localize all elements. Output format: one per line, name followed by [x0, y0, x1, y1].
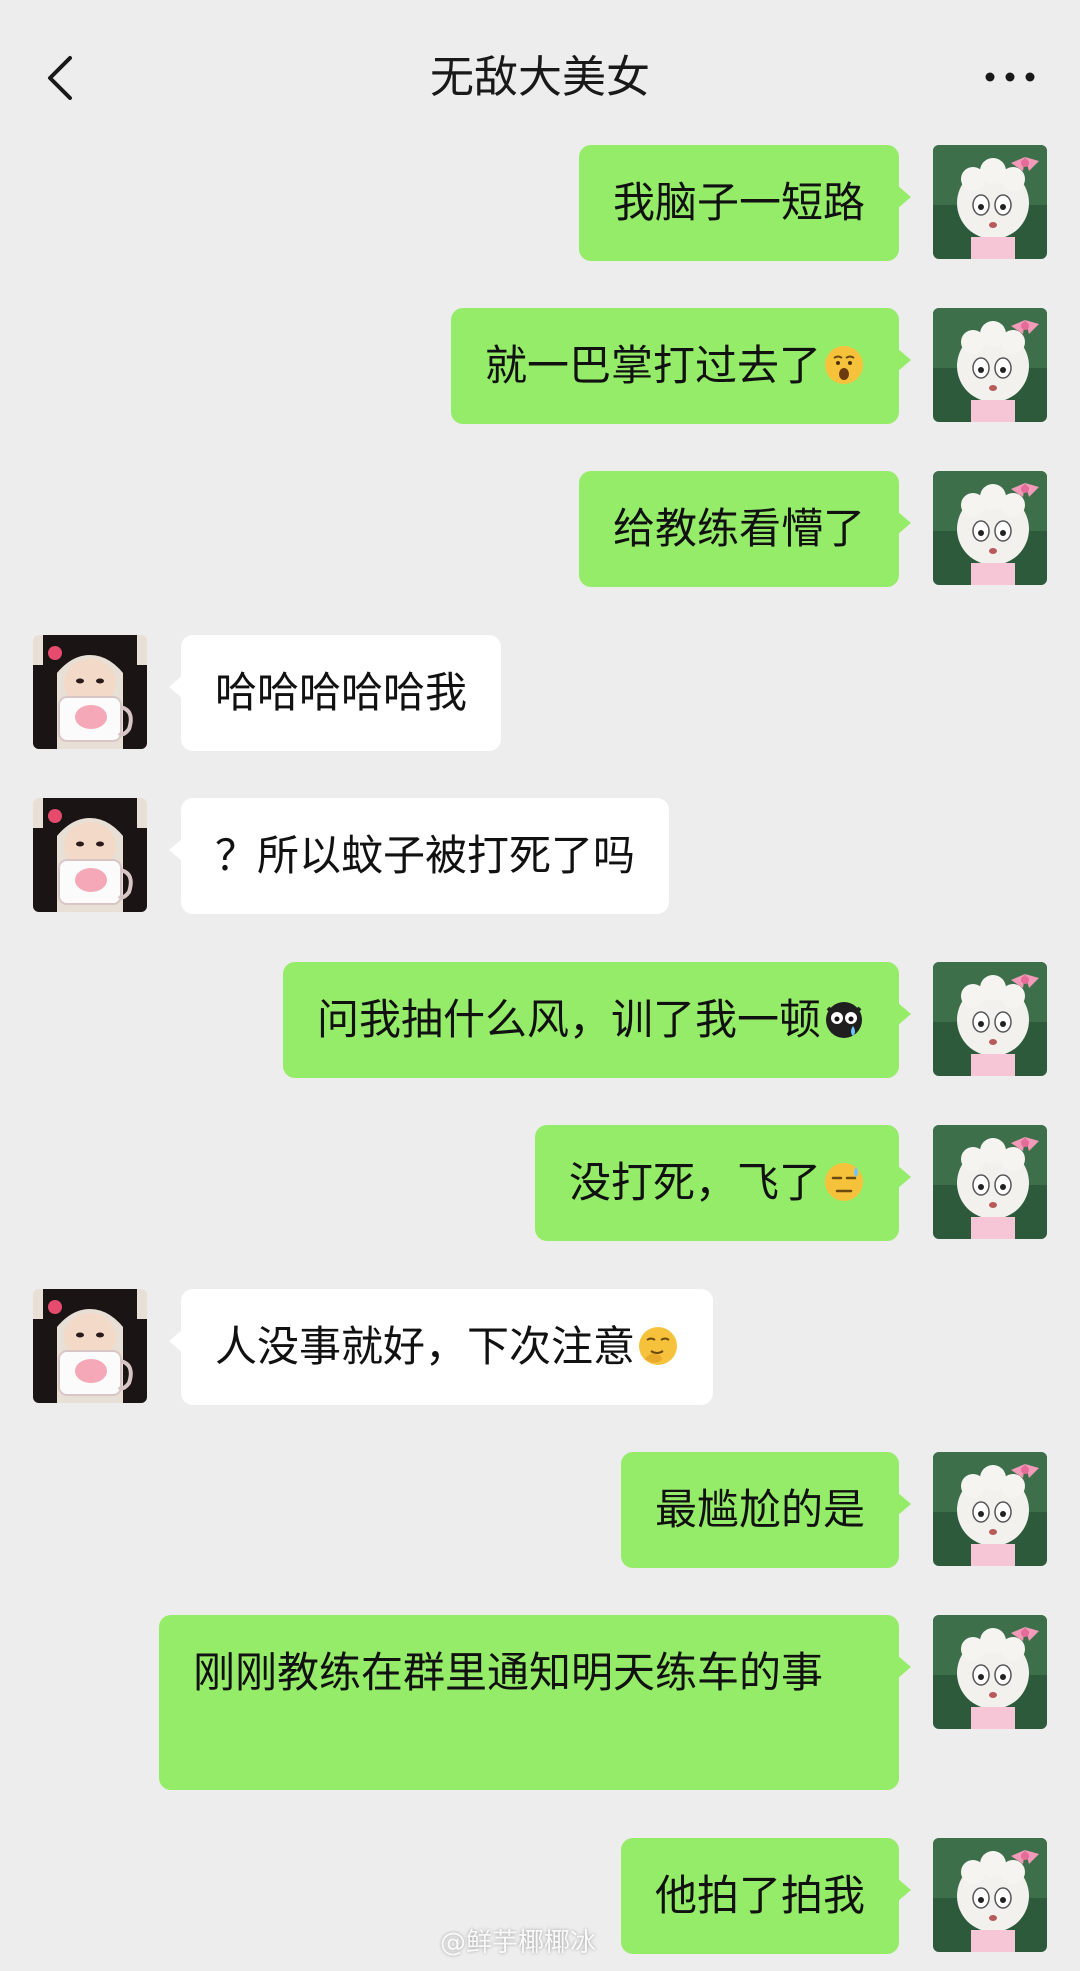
message-text: ？所以蚊子被打死了吗	[215, 831, 636, 880]
message-text: 他拍了拍我	[654, 1871, 865, 1920]
self-avatar[interactable]	[933, 145, 1047, 259]
self-avatar[interactable]	[933, 1615, 1047, 1729]
crying-black-face-emoji	[826, 1002, 862, 1038]
message-text: 我脑子一短路	[612, 178, 865, 227]
self-avatar[interactable]	[933, 1125, 1047, 1239]
watermark: @鲜芋椰椰冰	[440, 1928, 597, 1958]
contact-avatar[interactable]	[33, 635, 147, 749]
message-bubble[interactable]: 问我抽什么风，训了我一顿	[282, 962, 912, 1078]
more-dots-icon	[985, 72, 1035, 82]
message-text: 就一巴掌打过去了	[484, 341, 821, 390]
message-text: 问我抽什么风，训了我一顿	[316, 995, 821, 1044]
message-bubble[interactable]: 他拍了拍我	[620, 1838, 912, 1954]
message-text: 哈哈哈哈哈我	[215, 668, 468, 717]
sweat-face-emoji	[825, 1163, 863, 1201]
message-text: 人没事就好，下次注意	[215, 1322, 636, 1371]
self-avatar[interactable]	[933, 471, 1047, 585]
message-text: 没打死，飞了	[568, 1158, 821, 1207]
thinking-face-emoji	[639, 1327, 678, 1365]
message-bubble[interactable]: ？所以蚊子被打死了吗	[168, 798, 670, 914]
message-bubble[interactable]: 就一巴掌打过去了	[450, 308, 912, 424]
chat-screen: 无敌大美女 我脑子一短路 就一巴掌打过去了 给教练看懵了 哈哈哈哈哈我 ？所以蚊…	[0, 0, 1080, 1971]
message-text: 给教练看懵了	[612, 504, 865, 553]
message-bubble[interactable]: 没打死，飞了	[534, 1125, 912, 1241]
contact-avatar[interactable]	[33, 1289, 147, 1403]
chat-title: 无敌大美女	[430, 52, 650, 103]
chat-header: 无敌大美女	[0, 0, 1080, 140]
contact-avatar[interactable]	[33, 798, 147, 912]
self-avatar[interactable]	[933, 1838, 1047, 1952]
message-bubble[interactable]: 刚刚教练在群里通知明天练车的事	[159, 1615, 911, 1790]
message-bubble[interactable]: 哈哈哈哈哈我	[168, 635, 502, 751]
message-text: 最尴尬的是	[654, 1485, 865, 1534]
message-bubble[interactable]: 最尴尬的是	[620, 1452, 912, 1568]
self-avatar[interactable]	[933, 1452, 1047, 1566]
self-avatar[interactable]	[933, 308, 1047, 422]
message-bubble[interactable]: 给教练看懵了	[578, 471, 912, 587]
more-button[interactable]	[980, 52, 1040, 102]
message-bubble[interactable]: 人没事就好，下次注意	[168, 1289, 714, 1405]
message-bubble[interactable]: 我脑子一短路	[578, 145, 912, 261]
self-avatar[interactable]	[933, 962, 1047, 1076]
message-text: 刚刚教练在群里通知明天练车的事	[193, 1648, 824, 1697]
shocked-face-emoji	[825, 346, 863, 384]
